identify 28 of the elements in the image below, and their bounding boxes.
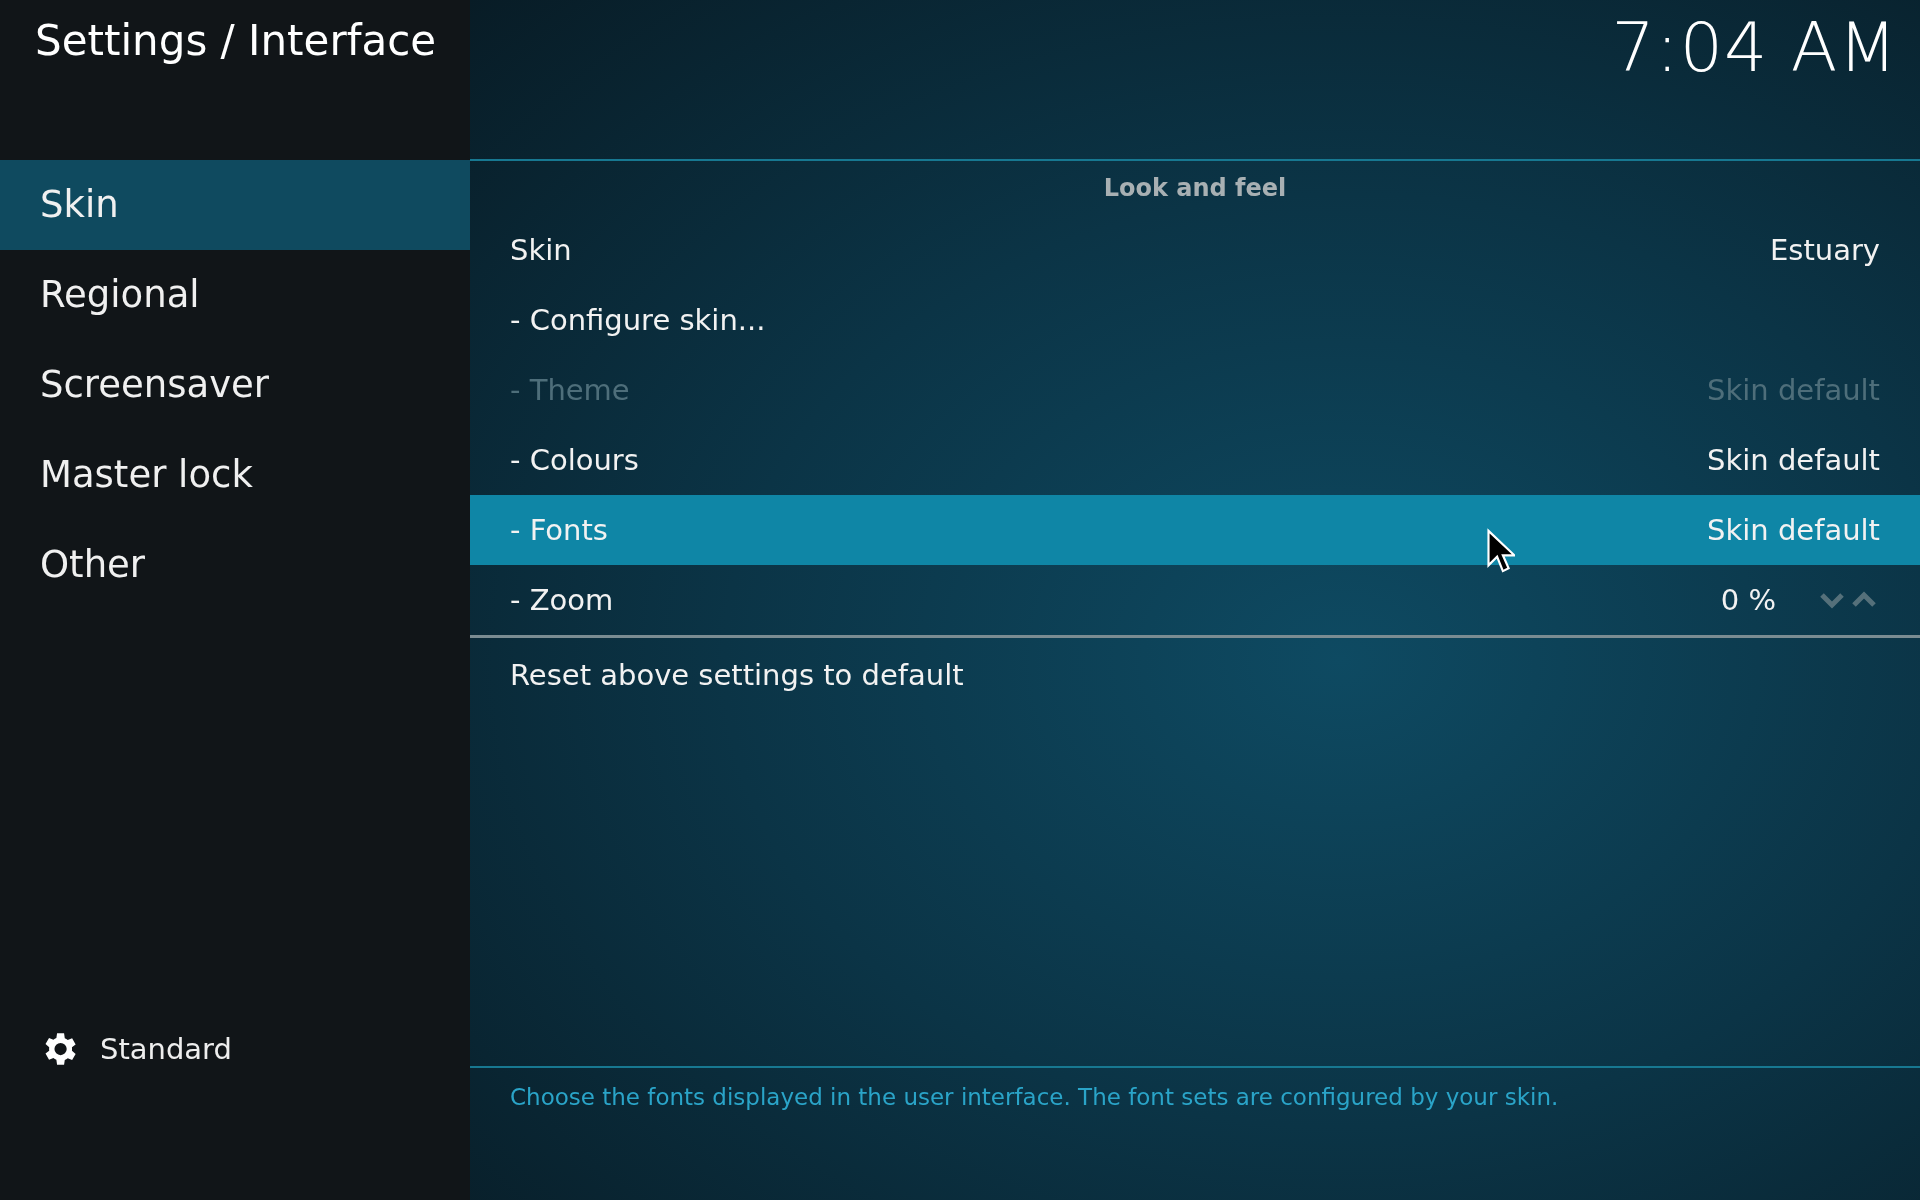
settings-level-label[interactable]: Standard xyxy=(100,1032,232,1066)
setting-label: - Zoom xyxy=(510,583,615,617)
setting-description: Choose the fonts displayed in the user interface. The font sets are configured by your skin. xyxy=(510,1084,1559,1110)
setting-label: Skin xyxy=(510,233,573,267)
clock: 7:04 AM xyxy=(1611,8,1898,87)
sidebar-item[interactable]: Master lock xyxy=(0,430,470,520)
sidebar-item[interactable]: Screensaver xyxy=(0,340,470,430)
setting-row[interactable]: Skin Estuary xyxy=(470,215,1920,285)
mouse-pointer-icon xyxy=(1485,528,1515,574)
setting-row[interactable]: - Zoom 0 % xyxy=(470,565,1920,635)
setting-value: Estuary xyxy=(1769,233,1880,267)
setting-row[interactable]: - Fonts Skin default xyxy=(470,495,1920,565)
setting-label: - Colours xyxy=(510,443,640,477)
setting-label: - Theme xyxy=(510,373,631,407)
page-title: Settings / Interface xyxy=(35,16,437,65)
sidebar-item[interactable]: Skin xyxy=(0,160,470,250)
setting-value: 0 % xyxy=(1720,583,1776,617)
setting-label: - Configure skin... xyxy=(510,303,767,337)
setting-row[interactable]: - Configure skin... xyxy=(470,285,1920,355)
setting-value: Skin default xyxy=(1707,513,1880,547)
sidebar-item[interactable]: Regional xyxy=(0,250,470,340)
reset-settings-item[interactable]: Reset above settings to default xyxy=(470,638,1920,712)
setting-value: Skin default xyxy=(1707,443,1880,477)
setting-row[interactable]: - Colours Skin default xyxy=(470,425,1920,495)
section-title: Look and feel xyxy=(1103,174,1287,202)
setting-label: - Fonts xyxy=(510,513,609,547)
setting-value: Skin default xyxy=(1707,373,1880,407)
sidebar-item[interactable]: Other xyxy=(0,520,470,610)
